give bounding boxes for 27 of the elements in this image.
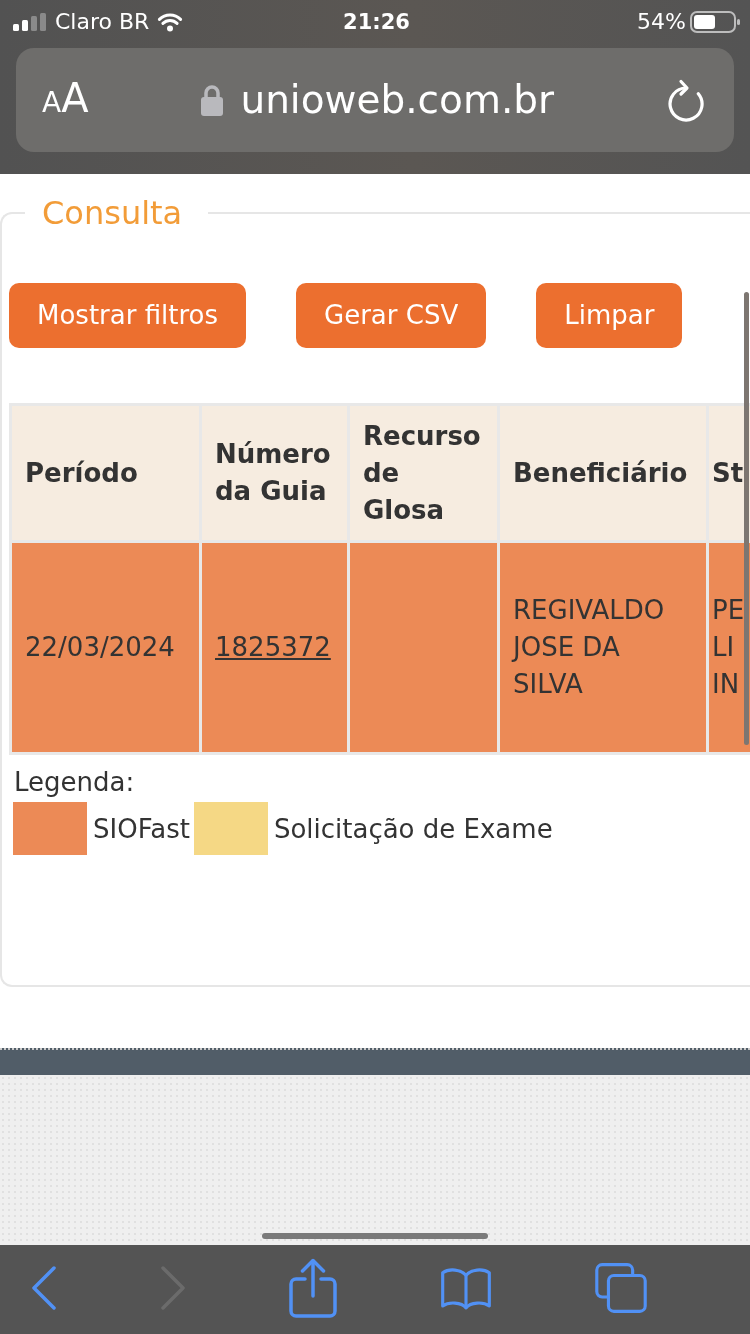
url-text[interactable]: unioweb.com.br	[240, 77, 555, 123]
table-cell: 22/03/2024	[10, 541, 201, 754]
show-filters-button[interactable]: Mostrar filtros	[9, 283, 247, 348]
table-cell: REGIVALDO JOSE DA SILVA	[498, 541, 708, 754]
address-bar[interactable]: AA unioweb.com.br	[16, 48, 734, 152]
column-header: Número da Guia	[200, 404, 349, 542]
column-header: Beneficiário	[498, 404, 708, 542]
carrier-name: Claro BR	[55, 8, 150, 36]
wifi-icon	[157, 12, 184, 32]
column-header: Período	[10, 404, 201, 542]
reload-icon[interactable]	[666, 78, 706, 122]
legend-title: Legenda:	[14, 767, 135, 797]
export-csv-button[interactable]: Gerar CSV	[296, 283, 487, 348]
clock-time: 21:26	[343, 9, 410, 36]
legend-label: SIOFast	[93, 813, 190, 844]
battery-icon	[690, 11, 740, 33]
share-icon[interactable]	[289, 1257, 337, 1318]
battery-percentage: 54%	[637, 8, 686, 36]
legend-label: Solicitação de Exame	[273, 813, 553, 844]
signal-icon	[13, 13, 47, 31]
column-header: Recurso de Glosa	[348, 404, 499, 542]
guide-number-link[interactable]: 1825372	[215, 632, 331, 662]
back-icon[interactable]	[31, 1264, 57, 1311]
panel-title: Consulta	[41, 193, 184, 233]
clear-button[interactable]: Limpar	[536, 283, 683, 348]
lock-icon	[200, 84, 225, 116]
text-size-button[interactable]: AA	[42, 75, 89, 125]
